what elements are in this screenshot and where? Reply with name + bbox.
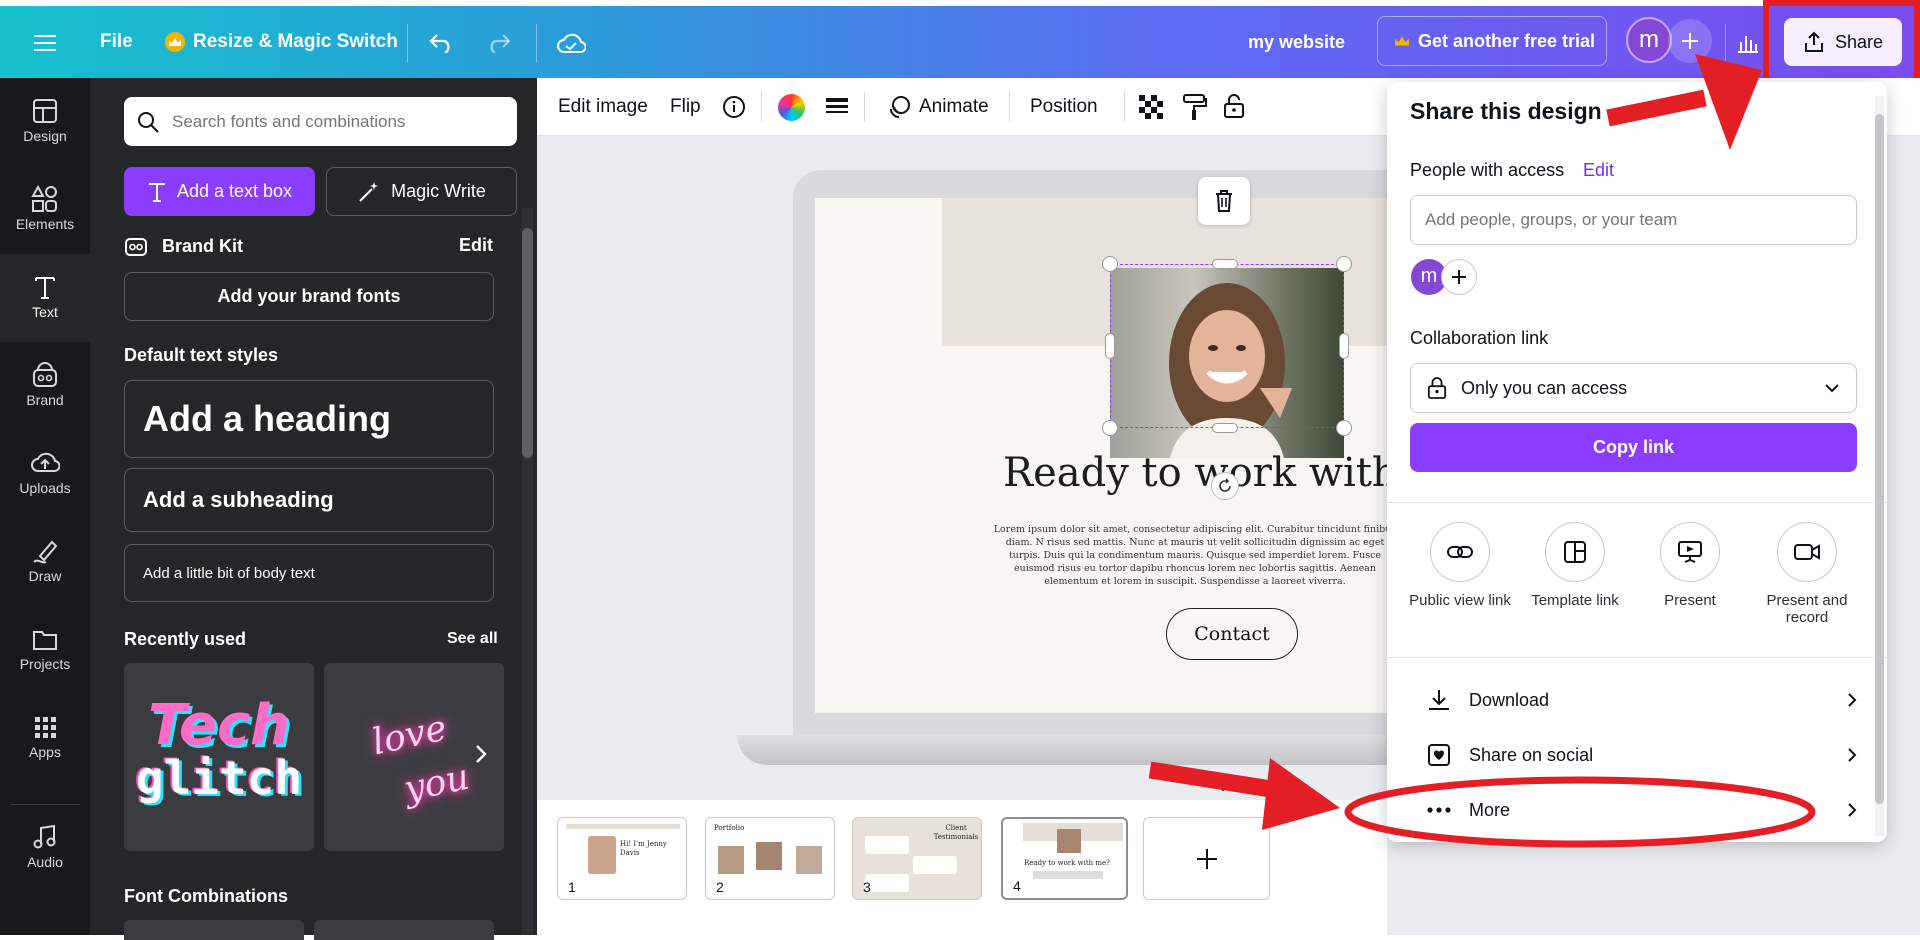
arrow-to-more [1148,758,1340,830]
more-highlight-ellipse [1344,776,1816,848]
annotation-overlay [1148,54,1816,848]
arrow-to-share [1606,54,1762,150]
